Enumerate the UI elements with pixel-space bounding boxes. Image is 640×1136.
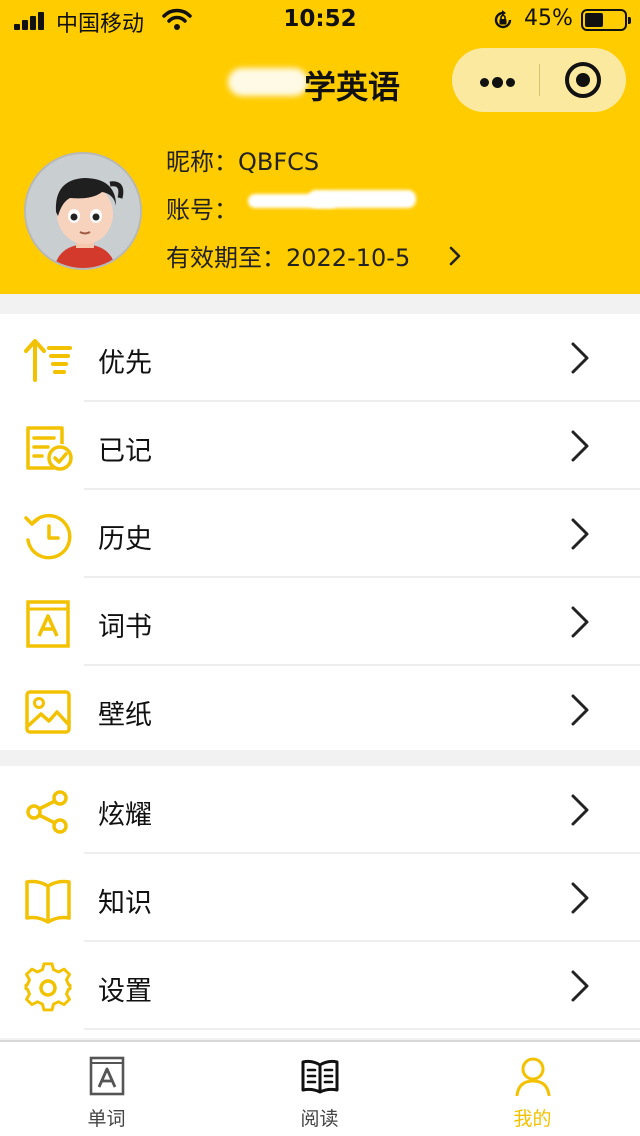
memorized-check-icon: [26, 426, 73, 471]
nav-title-text: 学英语: [304, 68, 401, 106]
close-miniprogram-icon[interactable]: [565, 62, 601, 98]
priority-sort-icon: [24, 339, 72, 382]
orientation-lock-icon: [494, 10, 512, 29]
chevron-right-icon: [571, 430, 589, 462]
profile-header: 中国移动 10:52 45% 学英语 昵称：QBFCS 账号： 有效期至：202…: [0, 0, 640, 294]
menu-item-label: 炫耀: [98, 800, 152, 831]
tab-words[interactable]: 单词: [0, 1042, 213, 1136]
gear-icon: [24, 962, 72, 1012]
status-bar: 中国移动 10:52 45%: [0, 0, 640, 40]
reading-book-icon: [301, 1059, 339, 1094]
avatar-illustration-icon: [26, 154, 140, 268]
tab-mine[interactable]: 我的: [426, 1042, 639, 1136]
menu-item-history[interactable]: 历史: [0, 490, 640, 578]
tab-label: 单词: [87, 1108, 126, 1130]
tab-reading[interactable]: 阅读: [213, 1042, 426, 1136]
wallpaper-image-icon: [25, 690, 71, 734]
menu-item-knowledge[interactable]: 知识: [0, 854, 640, 942]
tab-label: 阅读: [300, 1108, 339, 1130]
nav-title: 学英语: [220, 60, 420, 106]
word-card-icon: [89, 1056, 125, 1096]
chevron-right-icon: [571, 882, 589, 914]
avatar[interactable]: [24, 152, 142, 270]
tab-label: 我的: [513, 1108, 552, 1130]
expiry-label: 有效期至：: [166, 244, 286, 272]
redacted-account-value: [248, 190, 416, 212]
history-clock-icon: [24, 513, 72, 560]
chevron-right-icon: [571, 606, 589, 638]
menu-item-label: 已记: [98, 436, 152, 467]
account-row: 账号：: [166, 190, 238, 225]
menu-group-secondary: 炫耀 知识 设置: [0, 766, 640, 1038]
menu-item-label: 优先: [98, 348, 152, 379]
menu-item-settings[interactable]: 设置: [0, 942, 640, 1030]
nickname-label: 昵称：: [166, 148, 238, 176]
bottom-tab-bar: 单词 阅读 我的: [0, 1040, 640, 1136]
divider: [84, 1028, 640, 1030]
chevron-right-icon: [571, 342, 589, 374]
miniprogram-capsule: [452, 48, 626, 112]
expiry-value: 2022-10-5: [286, 244, 411, 272]
word-book-icon: [26, 600, 70, 648]
user-icon: [515, 1057, 551, 1096]
menu-group-primary: 优先 已记 历史 词书 壁纸: [0, 314, 640, 750]
menu-item-label: 知识: [98, 888, 152, 919]
chevron-right-icon: [571, 970, 589, 1002]
chevron-right-icon: [571, 694, 589, 726]
menu-item-label: 词书: [98, 612, 152, 643]
chevron-right-icon: [571, 794, 589, 826]
nickname-value: QBFCS: [238, 148, 320, 176]
menu-item-priority[interactable]: 优先: [0, 314, 640, 402]
nickname-row: 昵称：QBFCS: [166, 142, 319, 177]
menu-item-label: 设置: [98, 976, 152, 1007]
account-label: 账号：: [166, 196, 238, 224]
expiry-chevron-icon[interactable]: [446, 244, 464, 268]
expiry-row[interactable]: 有效期至：2022-10-5: [166, 238, 410, 273]
menu-item-label: 壁纸: [98, 700, 152, 731]
open-book-icon: [25, 879, 71, 924]
more-icon[interactable]: [476, 64, 516, 96]
share-icon: [26, 790, 68, 834]
chevron-right-icon: [571, 518, 589, 550]
redacted-title-prefix: [228, 68, 308, 96]
battery-percent: 45%: [524, 6, 573, 31]
menu-item-wallpaper[interactable]: 壁纸: [0, 666, 640, 754]
menu-item-wordbook[interactable]: 词书: [0, 578, 640, 666]
menu-item-memorized[interactable]: 已记: [0, 402, 640, 490]
menu-item-label: 历史: [98, 524, 152, 555]
battery-icon: [581, 9, 631, 31]
capsule-divider: [539, 64, 540, 96]
menu-item-share[interactable]: 炫耀: [0, 766, 640, 854]
